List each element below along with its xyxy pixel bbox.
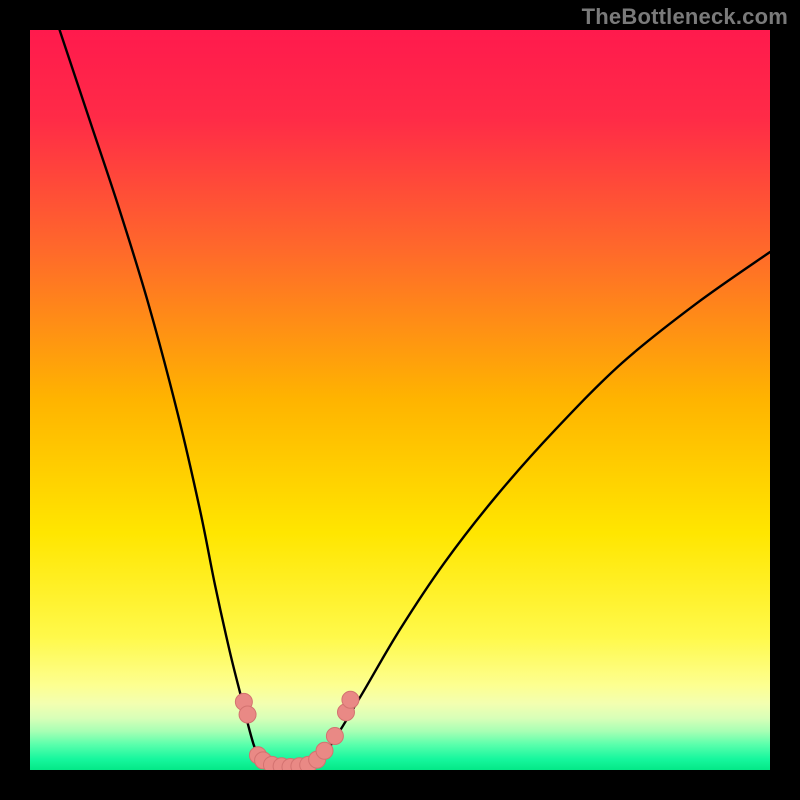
watermark-text: TheBottleneck.com — [582, 4, 788, 30]
data-marker — [326, 727, 343, 744]
data-marker — [316, 742, 333, 759]
curve-layer — [30, 30, 770, 770]
data-marker — [342, 691, 359, 708]
data-marker — [239, 706, 256, 723]
chart-frame: TheBottleneck.com — [0, 0, 800, 800]
curve-left-branch — [60, 30, 265, 764]
curve-right-branch — [315, 252, 770, 764]
data-markers — [235, 691, 359, 770]
plot-area — [30, 30, 770, 770]
